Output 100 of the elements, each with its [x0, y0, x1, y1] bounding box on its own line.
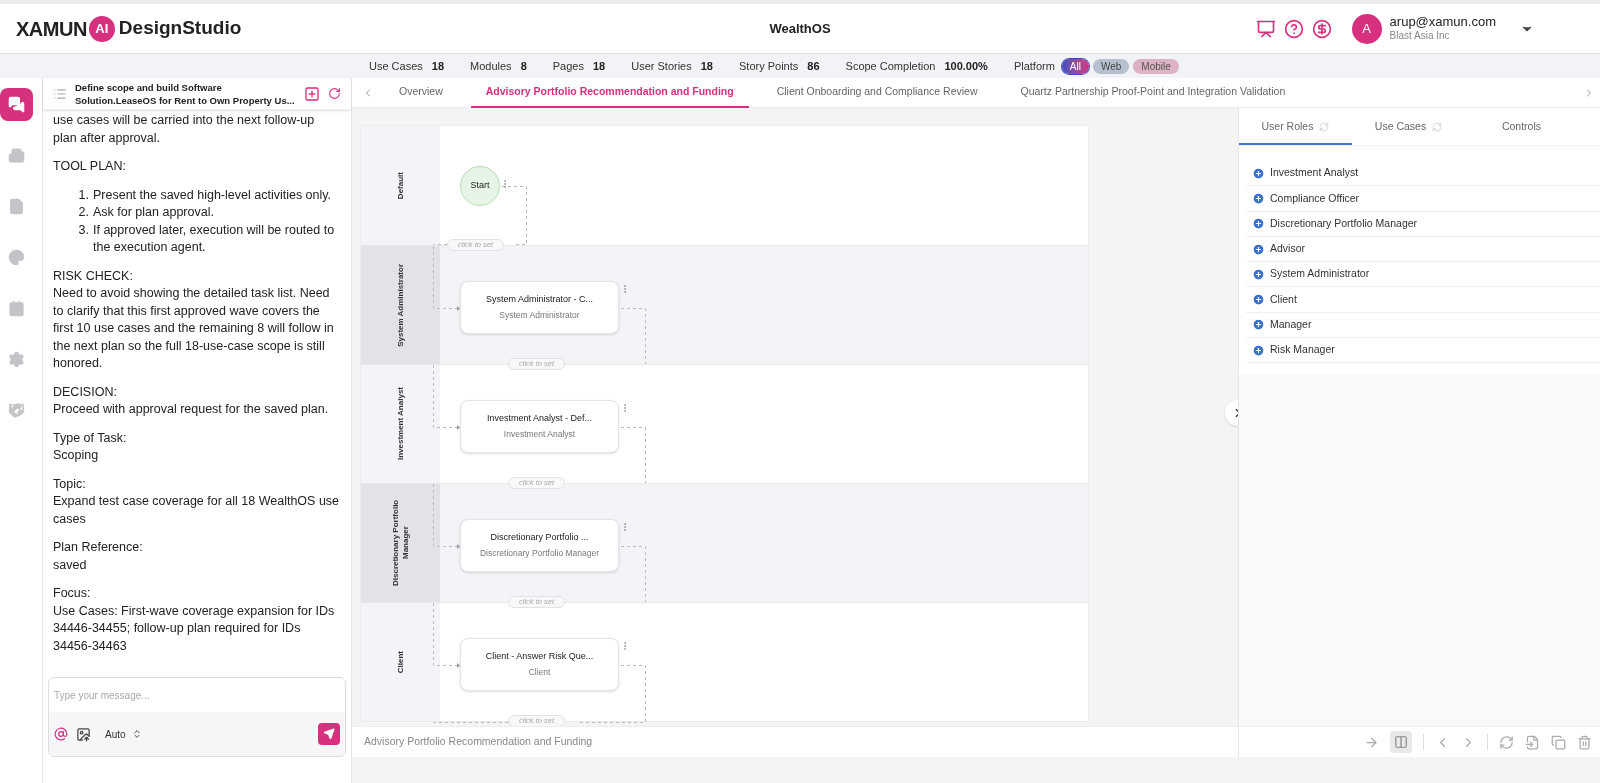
message-text: use cases will be carried into the next follow-up plan after approval. [53, 112, 316, 147]
split-view-button[interactable] [1390, 731, 1412, 753]
message-text: Type of Task: [53, 429, 128, 447]
role-item[interactable]: Discretionary Portfolio Manager [1246, 211, 1600, 237]
node-title: Discretionary Portfolio ... [490, 530, 589, 544]
presentation-icon[interactable] [1255, 18, 1276, 39]
node-subtitle: System Administrator [499, 309, 580, 323]
platform-chip[interactable]: Web [1092, 58, 1130, 74]
message-text: Expand test case coverage for all 18 WealthOS use cases [53, 493, 341, 528]
help-icon[interactable] [1283, 18, 1304, 39]
sync-icon[interactable] [1499, 734, 1514, 750]
message-field[interactable]: Type your message... Auto [48, 677, 346, 757]
role-item[interactable]: Manager [1246, 312, 1600, 339]
node-title: Investment Analyst - Def... [486, 411, 592, 425]
page-tab[interactable]: Client Onboarding and Compliance Review [761, 77, 993, 108]
message-text: Focus: [53, 585, 92, 602]
lane-label: Client [395, 650, 406, 674]
send-button[interactable] [318, 723, 340, 745]
platform-chip[interactable]: Mobile [1133, 58, 1179, 74]
user-avatar[interactable]: A [1351, 13, 1382, 44]
node-title: System Administrator - C... [486, 292, 593, 306]
list-item: Ask for plan approval. [93, 204, 214, 221]
user-email: arup@xamun.com [1389, 14, 1496, 31]
stat-label: Scope Completion [845, 58, 936, 74]
lane-label: System Administrator [395, 263, 406, 347]
chat-icon[interactable] [0, 88, 33, 121]
stat-label: User Stories [631, 58, 692, 74]
node-subtitle: Discretionary Portfolio Manager [479, 547, 600, 561]
lane-label: Investment Analyst [395, 387, 406, 461]
page-title: Advisory Portfolio Recommendation and Funding [364, 734, 593, 750]
task-node[interactable]: Discretionary Portfolio ... Discretionary Portfolio Manager [460, 519, 619, 572]
message-text: Proceed with approval request for the saved plan. [53, 401, 330, 418]
role-item[interactable]: Advisor [1246, 236, 1600, 263]
panel-tab[interactable]: Use Cases [1352, 111, 1465, 145]
message-text: TOOL PLAN: [53, 158, 127, 175]
role-item[interactable]: Investment Analyst [1246, 161, 1600, 187]
node-subtitle: Client [528, 666, 551, 680]
task-node[interactable]: Investment Analyst - Def... Investment Analyst [460, 400, 619, 453]
mode-select[interactable]: Auto [105, 726, 142, 742]
delete-icon[interactable] [1577, 734, 1592, 750]
page-tab[interactable]: Quartz Partnership Proof-Point and Integration Validation [1005, 77, 1301, 108]
add-icon[interactable] [304, 85, 320, 102]
user-company: Blast Asia Inc [1389, 30, 1451, 43]
page-tab[interactable]: Overview [384, 77, 458, 108]
message-text: Topic: [53, 475, 87, 493]
message-text: RISK CHECK: [53, 267, 134, 285]
panel-tab[interactable]: User Roles [1239, 111, 1352, 145]
chat-title: Define scope and build Software Solution.LeaseOS for Rent to Own Property Us... [75, 80, 296, 107]
platform-chip[interactable]: All [1061, 58, 1089, 74]
mention-icon[interactable] [54, 727, 68, 741]
import-file-icon[interactable] [1525, 734, 1540, 750]
role-item[interactable]: System Administrator [1246, 262, 1600, 288]
arrow-right-icon[interactable] [1364, 734, 1379, 750]
message-text: Use Cases: First-wave coverage expansion for IDs 34446-34455; follow-up plan required for IDs 34456-34463 [53, 602, 336, 655]
up-down-icon [131, 729, 142, 739]
copy-icon[interactable] [1551, 734, 1566, 750]
role-item[interactable]: Client [1246, 287, 1600, 313]
add-icon [1252, 293, 1265, 307]
stat-label: Use Cases [369, 58, 423, 74]
role-item[interactable]: Compliance Officer [1246, 186, 1600, 212]
stat-label: Story Points [739, 58, 799, 74]
platform-label: Platform [1013, 58, 1055, 74]
add-icon [1252, 242, 1265, 256]
stat-value: 18 [592, 58, 606, 74]
lane-label: Discretionary Portfolio Manager [390, 498, 411, 589]
node-title: Client - Answer Risk Que... [485, 649, 594, 663]
stat-value: 18 [431, 58, 445, 74]
stat-value: 86 [807, 58, 820, 74]
stat-value: 18 [700, 58, 713, 74]
add-icon [1252, 267, 1265, 281]
list-number: 1. [77, 186, 89, 204]
task-node[interactable]: Client - Answer Risk Que... Client [460, 638, 619, 691]
stat-value: 100.00% [944, 58, 988, 74]
add-icon [1252, 217, 1265, 231]
logo-wordmark: XAMUN [16, 16, 87, 42]
message-text: Need to avoid showing the detailed task list. Need to clarify that this first approved wave covers the first 10 use cases and the remaining 8 will follow in the next plan so the full 18-use-case scope is still honored. [53, 285, 335, 372]
add-icon [1252, 343, 1265, 357]
columns-icon [1394, 735, 1408, 749]
role-item[interactable]: Risk Manager [1246, 338, 1600, 364]
add-icon [1252, 166, 1265, 180]
message-text: DECISION: [53, 383, 118, 401]
add-icon [1252, 191, 1265, 205]
send-icon [323, 728, 335, 740]
dollar-icon[interactable] [1311, 18, 1332, 39]
image-upload-icon[interactable] [76, 726, 91, 742]
refresh-icon[interactable] [328, 87, 341, 100]
message-text: Scoping [53, 447, 100, 464]
message-text: saved [53, 556, 88, 574]
lane-label: Default [395, 171, 406, 200]
stat-label: Modules [470, 58, 512, 74]
start-node[interactable]: Start [460, 166, 500, 206]
panel-tab[interactable]: Controls [1465, 111, 1578, 145]
logo-product: DesignStudio [118, 16, 242, 41]
stat-value: 8 [520, 58, 527, 74]
list-icon[interactable] [53, 86, 67, 101]
stat-label: Pages [552, 58, 584, 74]
node-subtitle: Investment Analyst [503, 428, 576, 442]
message-text: Plan Reference: [53, 539, 144, 556]
task-node[interactable]: System Administrator - C... System Administrator [460, 281, 619, 334]
list-item: If approved later, execution will be routed to the execution agent. [93, 221, 336, 256]
